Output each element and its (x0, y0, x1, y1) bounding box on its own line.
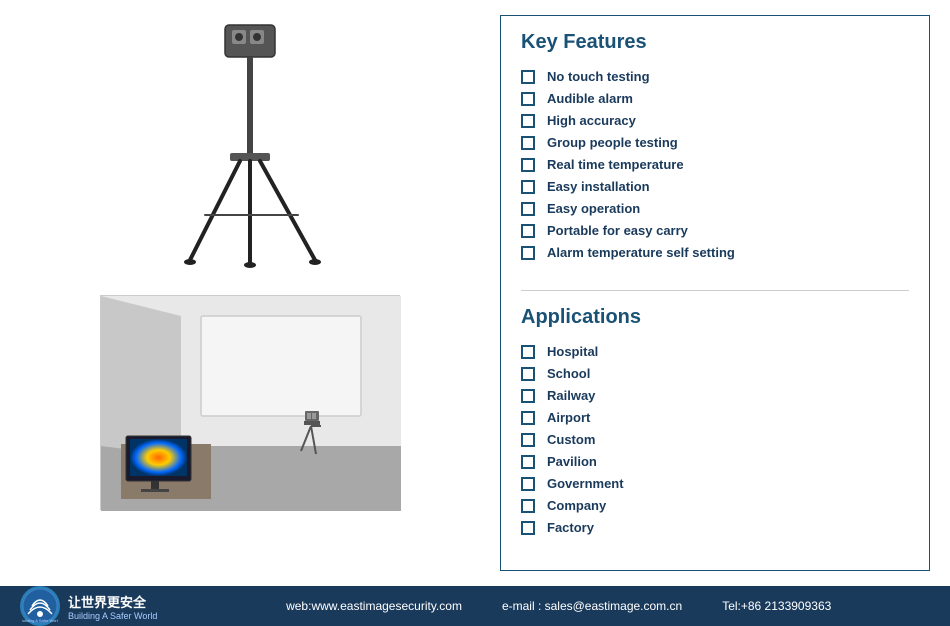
footer-chinese-text: 让世界更安全 (68, 592, 157, 611)
feature-text: Portable for easy carry (547, 223, 688, 238)
application-item: Pavilion (521, 454, 909, 469)
main-content: Key Features No touch testing Audible ala… (0, 0, 950, 586)
checkbox-icon (521, 224, 535, 238)
checkbox-icon (521, 92, 535, 106)
feature-item: Group people testing (521, 135, 909, 150)
checkbox-icon (521, 70, 535, 84)
section-divider (521, 290, 909, 291)
application-item: Company (521, 498, 909, 513)
application-text: Railway (547, 388, 595, 403)
feature-text: Real time temperature (547, 157, 684, 172)
feature-text: High accuracy (547, 113, 636, 128)
checkbox-icon (521, 180, 535, 194)
application-text: Government (547, 476, 624, 491)
application-item: Railway (521, 388, 909, 403)
feature-item: No touch testing (521, 69, 909, 84)
feature-text: No touch testing (547, 69, 650, 84)
checkbox-icon (521, 158, 535, 172)
feature-text: Easy operation (547, 201, 640, 216)
feature-item: Easy operation (521, 201, 909, 216)
checkbox-icon (521, 499, 535, 513)
application-item: Government (521, 476, 909, 491)
feature-text: Easy installation (547, 179, 650, 194)
footer-logo-text: 让世界更安全 Building A Safer World (68, 592, 157, 621)
feature-text: Group people testing (547, 135, 678, 150)
application-text: Airport (547, 410, 590, 425)
checkbox-icon (521, 433, 535, 447)
checkbox-icon (521, 455, 535, 469)
left-column (20, 15, 480, 571)
checkbox-icon (521, 114, 535, 128)
application-item: Airport (521, 410, 909, 425)
feature-item: High accuracy (521, 113, 909, 128)
checkbox-icon (521, 345, 535, 359)
application-text: Pavilion (547, 454, 597, 469)
applications-section: Applications Hospital School Railway Airpor… (521, 306, 909, 555)
checkbox-icon (521, 367, 535, 381)
key-features-title: Key Features (521, 31, 909, 54)
checkbox-icon (521, 477, 535, 491)
feature-item: Alarm temperature self setting (521, 245, 909, 260)
footer: Building A Safer World 让世界更安全 Building A… (0, 586, 950, 626)
application-text: Hospital (547, 344, 598, 359)
svg-text:Building A Safer World: Building A Safer World (22, 618, 58, 623)
application-item: School (521, 366, 909, 381)
applications-title: Applications (521, 306, 909, 329)
features-list: No touch testing Audible alarm High accura… (521, 69, 909, 260)
feature-item: Portable for easy carry (521, 223, 909, 238)
feature-text: Audible alarm (547, 91, 633, 106)
checkbox-icon (521, 389, 535, 403)
footer-tagline: Building A Safer World (68, 611, 157, 621)
application-text: Company (547, 498, 606, 513)
checkbox-icon (521, 411, 535, 425)
feature-item: Easy installation (521, 179, 909, 194)
feature-text: Alarm temperature self setting (547, 245, 735, 260)
application-item: Hospital (521, 344, 909, 359)
logo-circle: Building A Safer World (20, 586, 60, 626)
application-item: Custom (521, 432, 909, 447)
application-text: School (547, 366, 590, 381)
application-text: Custom (547, 432, 595, 447)
footer-website: web:www.eastimagesecurity.com (286, 599, 462, 613)
footer-tel: Tel:+86 2133909363 (722, 599, 831, 613)
application-text: Factory (547, 520, 594, 535)
key-features-section: Key Features No touch testing Audible ala… (521, 31, 909, 280)
checkbox-icon (521, 202, 535, 216)
features-applications-box: Key Features No touch testing Audible ala… (500, 15, 930, 571)
footer-logo: Building A Safer World 让世界更安全 Building A… (20, 586, 157, 626)
applications-list: Hospital School Railway Airport Custom Pavili… (521, 344, 909, 535)
checkbox-icon (521, 246, 535, 260)
feature-item: Audible alarm (521, 91, 909, 106)
application-item: Factory (521, 520, 909, 535)
footer-info: web:www.eastimagesecurity.com e-mail : s… (187, 599, 930, 613)
checkbox-icon (521, 521, 535, 535)
room-photo (100, 295, 400, 510)
checkbox-icon (521, 136, 535, 150)
feature-item: Real time temperature (521, 157, 909, 172)
tripod-image (150, 15, 350, 275)
footer-email: e-mail : sales@eastimage.com.cn (502, 599, 682, 613)
